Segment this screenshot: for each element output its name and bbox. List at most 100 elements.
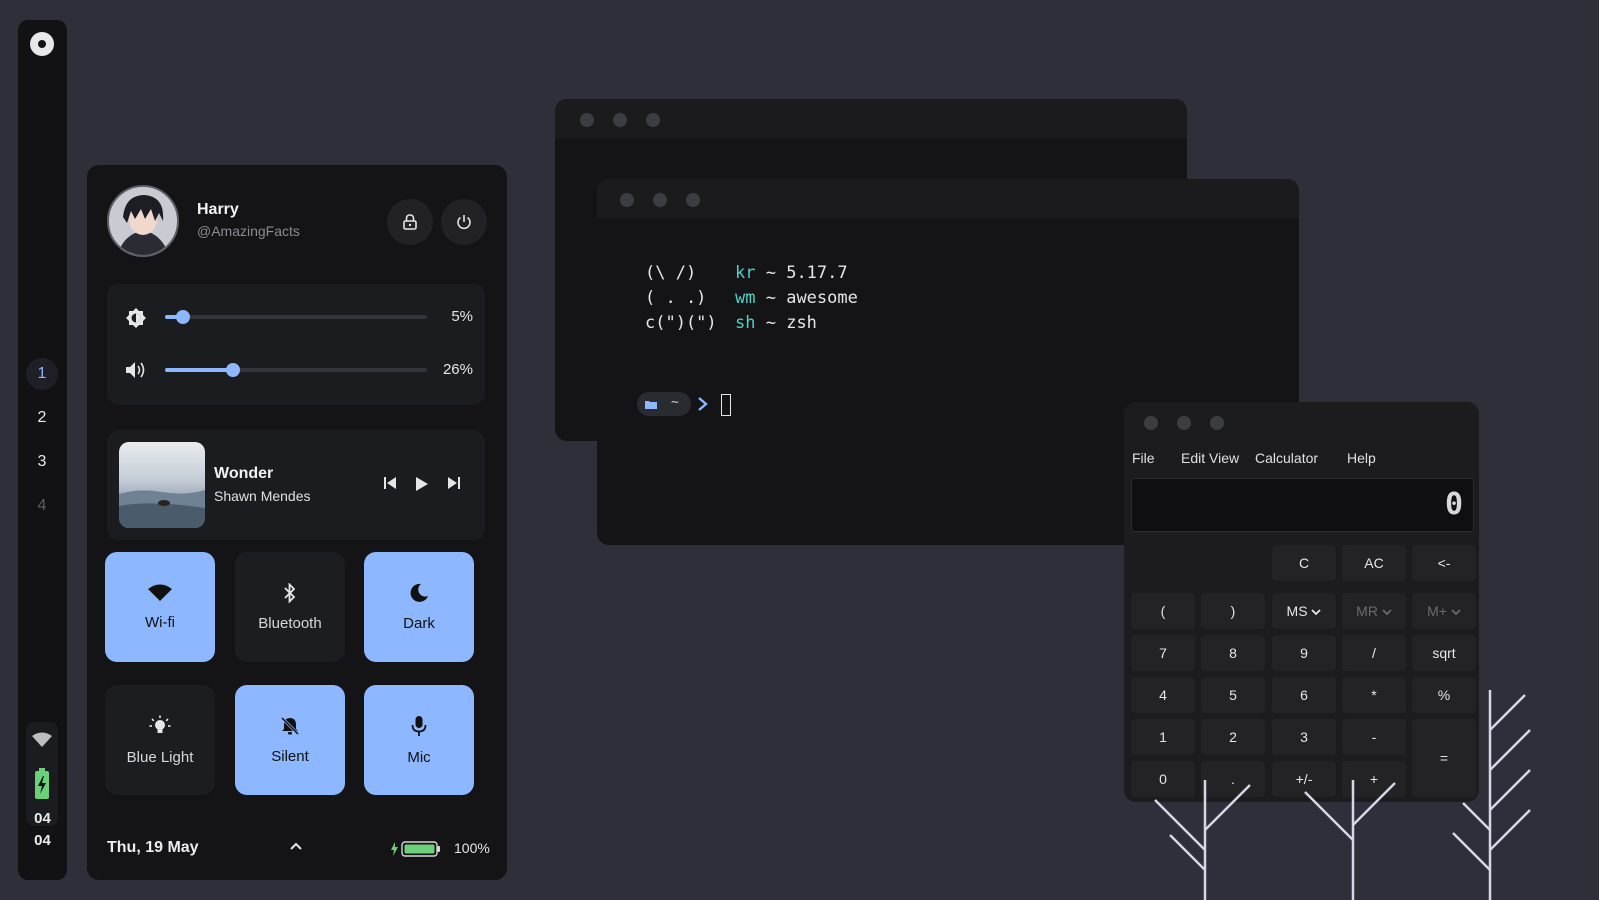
- minimize-button[interactable]: [653, 193, 667, 207]
- volume-value: 26%: [442, 361, 473, 378]
- info-line-kernel: kr ~ 5.17.7: [735, 263, 848, 283]
- digit-8-button[interactable]: 8: [1201, 635, 1265, 671]
- info-line-shell: sh ~ zsh: [735, 313, 817, 333]
- moon-icon: [409, 583, 429, 603]
- volume-row: 26%: [107, 355, 485, 385]
- battery-charging-icon[interactable]: [34, 768, 50, 800]
- lightbulb-icon: [149, 715, 171, 737]
- all-clear-button[interactable]: AC: [1342, 545, 1406, 581]
- blue-light-toggle-label: Blue Light: [126, 748, 194, 766]
- calculator-titlebar[interactable]: [1124, 402, 1479, 442]
- close-button[interactable]: [1144, 416, 1158, 430]
- volume-slider[interactable]: [165, 363, 427, 377]
- maximize-button[interactable]: [646, 113, 660, 127]
- memory-add-label: M+: [1427, 603, 1447, 619]
- close-paren-button[interactable]: ): [1201, 593, 1265, 629]
- info-value: ~ 5.17.7: [765, 263, 848, 283]
- workspace-3[interactable]: 3: [26, 446, 58, 478]
- prompt-chevron-icon: [697, 396, 709, 412]
- user-name: Harry: [197, 201, 239, 218]
- prompt-directory: ~: [671, 395, 679, 410]
- divide-button[interactable]: /: [1342, 635, 1406, 671]
- mic-toggle[interactable]: Mic: [364, 685, 474, 795]
- brightness-slider[interactable]: [165, 310, 427, 324]
- terminal-cursor[interactable]: [721, 394, 731, 416]
- close-button[interactable]: [620, 193, 634, 207]
- mic-icon: [411, 715, 427, 737]
- memory-recall-label: MR: [1356, 603, 1378, 619]
- menu-edit[interactable]: Edit: [1181, 450, 1205, 466]
- track-title: Wonder: [214, 465, 274, 482]
- volume-icon: [125, 360, 147, 380]
- mic-toggle-label: Mic: [407, 748, 431, 766]
- chevron-up-icon[interactable]: [290, 841, 302, 851]
- memory-store-label: MS: [1286, 603, 1308, 619]
- info-value: ~ awesome: [765, 288, 858, 308]
- chevron-down-icon: [1382, 609, 1392, 616]
- wifi-toggle-label: Wi-fi: [145, 613, 175, 631]
- volume-slider-handle[interactable]: [226, 363, 241, 377]
- workspace-2[interactable]: 2: [26, 402, 58, 434]
- memory-add-button[interactable]: M+: [1412, 593, 1476, 629]
- bluetooth-toggle[interactable]: Bluetooth: [235, 552, 345, 662]
- wallpaper-trees: [1154, 690, 1531, 900]
- workspace-4[interactable]: 4: [26, 490, 58, 522]
- digit-7-button[interactable]: 7: [1131, 635, 1195, 671]
- lock-icon: [403, 214, 417, 230]
- memory-store-button[interactable]: MS: [1272, 593, 1336, 629]
- workspace-1[interactable]: 1: [26, 358, 58, 390]
- calculator-display: 0: [1131, 478, 1474, 532]
- sqrt-button[interactable]: sqrt: [1412, 635, 1476, 671]
- battery-percentage: 100%: [454, 840, 490, 856]
- display-value: 0: [1444, 487, 1463, 522]
- side-bar: 1 2 3 4 04 04: [18, 20, 67, 880]
- maximize-button[interactable]: [1210, 416, 1224, 430]
- terminal-titlebar[interactable]: [597, 179, 1299, 219]
- dark-mode-toggle[interactable]: Dark: [364, 552, 474, 662]
- terminal-titlebar[interactable]: [555, 99, 1187, 139]
- prompt-directory-badge: ~: [637, 392, 691, 416]
- folder-icon: [645, 400, 657, 409]
- avatar[interactable]: [107, 185, 179, 257]
- open-paren-button[interactable]: (: [1131, 593, 1195, 629]
- previous-track-icon[interactable]: [383, 476, 397, 490]
- bluetooth-icon: [283, 582, 297, 603]
- brightness-row: 5%: [107, 302, 485, 332]
- slider-card: 5% 26%: [107, 284, 485, 405]
- wifi-icon[interactable]: [32, 732, 52, 748]
- app-logo-icon[interactable]: [30, 32, 54, 56]
- minimize-button[interactable]: [1177, 416, 1191, 430]
- play-icon[interactable]: [415, 476, 429, 492]
- chevron-down-icon: [1311, 609, 1322, 616]
- clock-minute: 04: [34, 832, 51, 849]
- maximize-button[interactable]: [686, 193, 700, 207]
- user-handle: @AmazingFacts: [197, 223, 300, 239]
- dark-mode-toggle-label: Dark: [403, 614, 435, 632]
- info-line-wm: wm ~ awesome: [735, 288, 858, 308]
- album-cover: [119, 442, 205, 528]
- power-button[interactable]: [441, 199, 487, 245]
- menu-file[interactable]: File: [1132, 450, 1155, 466]
- blue-light-toggle[interactable]: Blue Light: [105, 685, 215, 795]
- menu-view[interactable]: View: [1209, 450, 1239, 466]
- menu-calculator[interactable]: Calculator: [1255, 450, 1318, 466]
- chevron-down-icon: [1451, 609, 1461, 616]
- lock-button[interactable]: [387, 199, 433, 245]
- close-button[interactable]: [580, 113, 594, 127]
- wifi-toggle[interactable]: Wi-fi: [105, 552, 215, 662]
- brightness-slider-handle[interactable]: [176, 310, 191, 324]
- memory-recall-button[interactable]: MR: [1342, 593, 1406, 629]
- menu-help[interactable]: Help: [1347, 450, 1376, 466]
- ascii-art-line: ( . .): [645, 288, 707, 308]
- battery-charging-icon: [390, 841, 442, 857]
- silent-toggle[interactable]: Silent: [235, 685, 345, 795]
- bell-off-icon: [280, 716, 300, 736]
- digit-9-button[interactable]: 9: [1272, 635, 1336, 671]
- backspace-button[interactable]: <-: [1412, 545, 1476, 581]
- next-track-icon[interactable]: [447, 476, 461, 490]
- minimize-button[interactable]: [613, 113, 627, 127]
- power-icon: [456, 214, 472, 230]
- info-value: ~ zsh: [765, 313, 817, 333]
- info-key: sh: [735, 313, 756, 333]
- clear-button[interactable]: C: [1272, 545, 1336, 581]
